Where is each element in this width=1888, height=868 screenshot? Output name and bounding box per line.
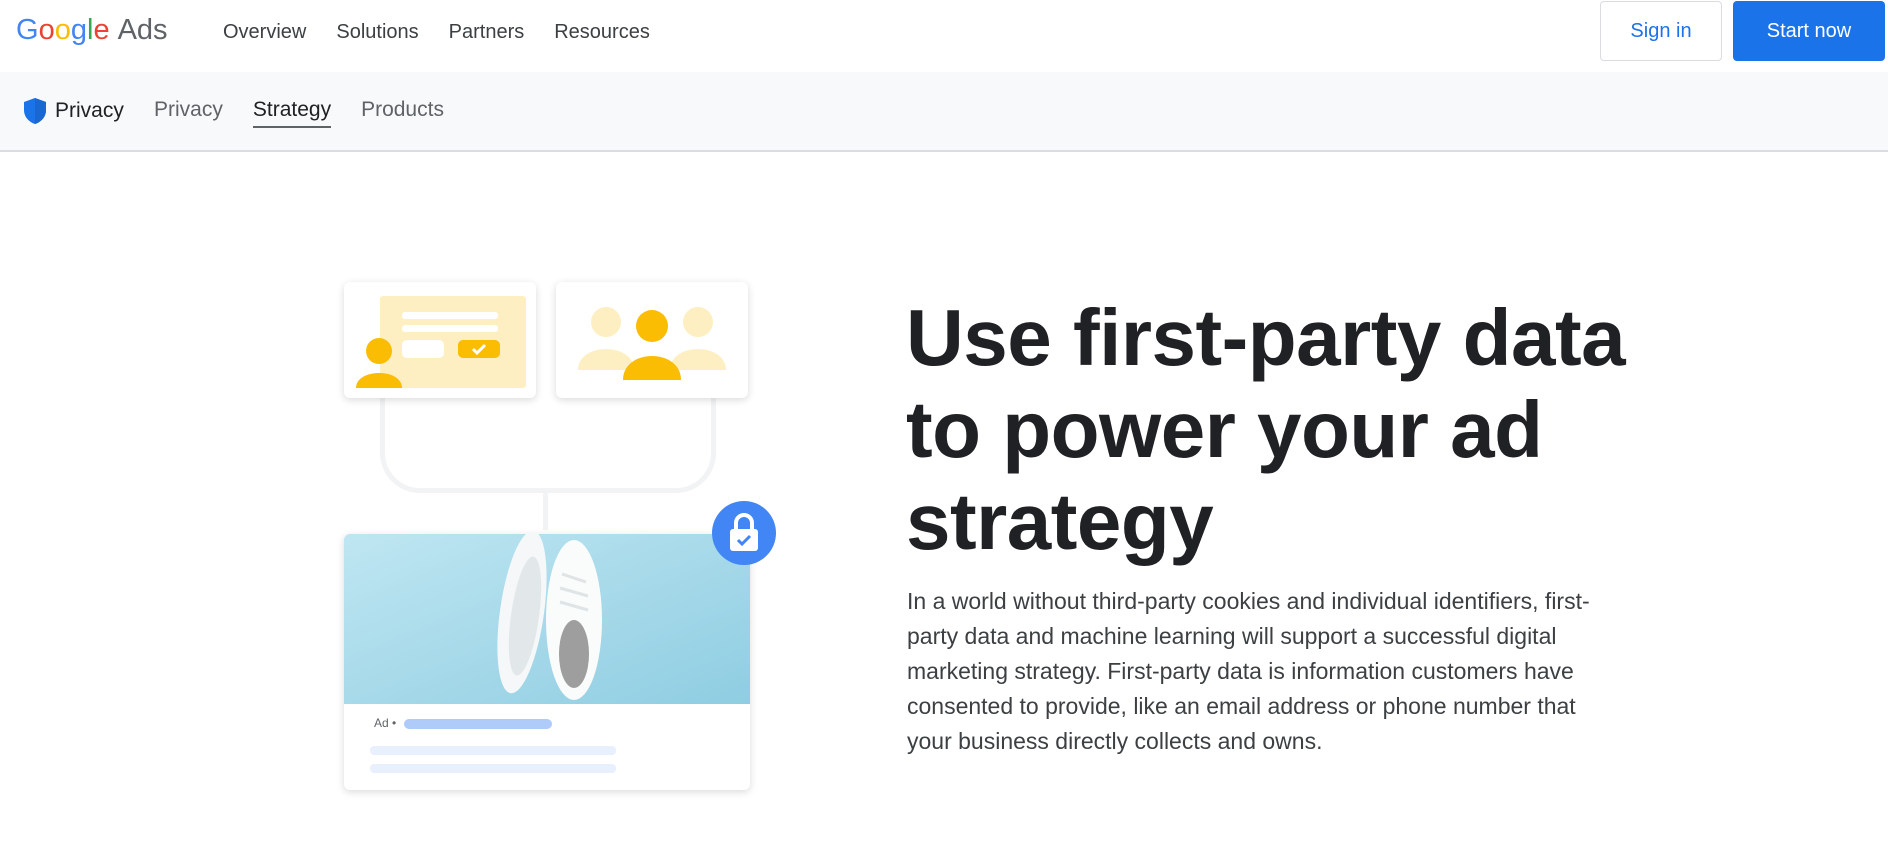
nav-resources[interactable]: Resources: [554, 21, 650, 44]
ad-text-placeholder-2: [370, 764, 616, 773]
lock-check-icon: [712, 501, 776, 565]
shield-icon: [24, 98, 46, 124]
audience-card: [556, 282, 748, 398]
page-title: Use first-party data to power your ad st…: [906, 293, 1626, 566]
google-ads-logo[interactable]: Google Ads: [16, 14, 168, 50]
connector-line: [380, 398, 716, 493]
nav-partners[interactable]: Partners: [449, 21, 525, 44]
hero-illustration: Ad •: [330, 272, 790, 832]
privacy-brand-label: Privacy: [55, 99, 124, 122]
ad-card: Ad •: [344, 534, 750, 790]
ad-headline-placeholder: [404, 719, 552, 729]
ads-wordmark: Ads: [117, 14, 168, 46]
sneakers-photo: [344, 534, 750, 704]
connector-stem: [543, 490, 548, 530]
privacy-brand[interactable]: Privacy: [24, 98, 124, 124]
subnav-strategy[interactable]: Strategy: [252, 98, 332, 128]
form-illustration: [356, 296, 526, 388]
subnav-products[interactable]: Products: [361, 98, 444, 128]
sign-in-button[interactable]: Sign in: [1600, 1, 1722, 61]
nav-overview[interactable]: Overview: [223, 21, 306, 44]
person-icon: [366, 338, 392, 364]
ad-label: Ad •: [374, 716, 397, 730]
group-icon: [578, 307, 726, 380]
privacy-subnav-bar: Privacy Privacy Strategy Products: [0, 72, 1888, 152]
main-nav: Overview Solutions Partners Resources: [208, 0, 665, 64]
top-header: Google Ads Overview Solutions Partners R…: [0, 0, 1888, 72]
nav-solutions[interactable]: Solutions: [336, 21, 418, 44]
start-now-button[interactable]: Start now: [1733, 1, 1885, 61]
subnav-privacy[interactable]: Privacy: [154, 98, 223, 128]
form-card: [344, 282, 536, 398]
sub-nav: Privacy Strategy Products: [154, 98, 474, 128]
ad-text-placeholder-1: [370, 746, 616, 755]
google-wordmark: Google: [16, 14, 110, 46]
hero-description: In a world without third-party cookies a…: [907, 588, 1590, 754]
